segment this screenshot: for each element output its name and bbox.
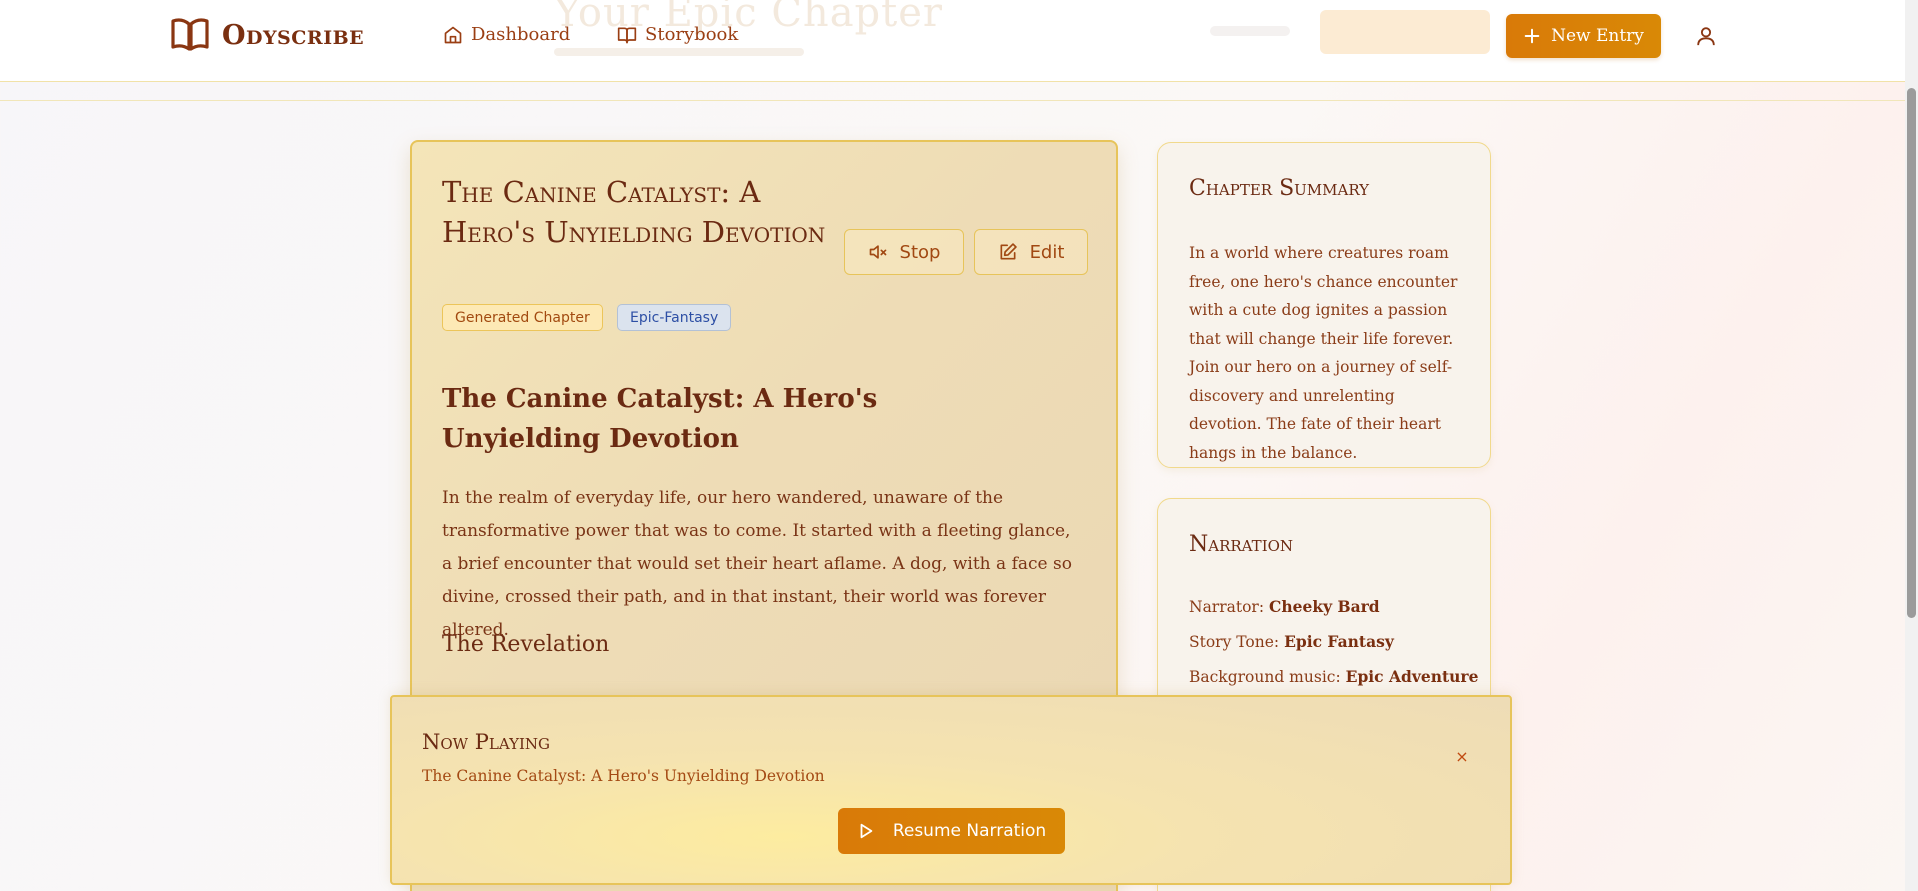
stop-narration-button[interactable]: Stop (844, 229, 964, 275)
scrollbar-thumb[interactable] (1907, 88, 1916, 618)
tag-generated-chapter: Generated Chapter (442, 304, 603, 331)
plus-icon (1524, 28, 1540, 44)
summary-text: In a world where creatures roam free, on… (1189, 244, 1458, 462)
music-row: Background music: Epic Adventure (1189, 667, 1478, 686)
background-toolbar-placeholder (1210, 26, 1290, 36)
now-playing-track: The Canine Catalyst: A Hero's Unyielding… (422, 767, 825, 785)
header-divider (0, 100, 1905, 101)
edit-label: Edit (1029, 241, 1065, 263)
play-icon (860, 823, 873, 839)
narration-title: Narration (1189, 532, 1294, 557)
resume-label: Resume Narration (892, 821, 1047, 841)
summary-title: Chapter Summary (1189, 176, 1370, 201)
open-book-icon (171, 18, 209, 51)
app-name: Odyscribe (222, 19, 365, 51)
music-value: Epic Adventure (1345, 667, 1479, 686)
close-icon[interactable]: × (1452, 747, 1472, 767)
now-playing-bar: Now Playing The Canine Catalyst: A Hero'… (390, 695, 1512, 885)
nav-storybook-label: Storybook (645, 24, 739, 45)
tag-genre: Epic-Fantasy (617, 304, 732, 331)
chapter-heading: The Canine Catalyst: A Hero's Unyielding… (442, 384, 878, 454)
edit-icon (1000, 243, 1017, 260)
speaker-mute-icon (869, 245, 886, 259)
stop-label: Stop (899, 241, 941, 263)
resume-narration-button[interactable]: Resume Narration (838, 808, 1065, 854)
top-header: Your Epic Chapter Odyscribe Dashboard St… (0, 0, 1905, 82)
narrator-row: Narrator: Cheeky Bard (1189, 597, 1380, 616)
now-playing-title: Now Playing (422, 730, 551, 754)
background-page-title: Your Epic Chapter (554, 0, 944, 36)
background-subtitle-placeholder (554, 48, 804, 56)
background-button-placeholder (1320, 10, 1490, 54)
tone-value: Epic Fantasy (1284, 632, 1394, 651)
new-entry-label: New Entry (1551, 26, 1644, 46)
edit-chapter-button[interactable]: Edit (974, 229, 1088, 275)
chapter-summary-card: Chapter Summary In a world where creatur… (1157, 142, 1491, 468)
book-icon (617, 27, 637, 43)
user-icon[interactable] (1695, 25, 1717, 47)
tone-row: Story Tone: Epic Fantasy (1189, 632, 1394, 651)
narrator-value: Cheeky Bard (1269, 597, 1380, 616)
nav-dashboard[interactable]: Dashboard (443, 24, 570, 45)
home-icon (444, 26, 462, 43)
chapter-subheading: The Revelation (442, 632, 610, 657)
nav-storybook[interactable]: Storybook (617, 24, 738, 45)
narrator-label: Narrator: (1189, 598, 1265, 616)
chapter-title: The Canine Catalyst: A Hero's Unyielding… (442, 175, 826, 249)
nav-dashboard-label: Dashboard (471, 24, 571, 45)
tone-label: Story Tone: (1189, 633, 1280, 651)
music-label: Background music: (1189, 668, 1341, 686)
new-entry-button[interactable]: New Entry (1506, 14, 1661, 58)
app-logo[interactable]: Odyscribe (170, 16, 364, 54)
chapter-paragraph: In the realm of everyday life, our hero … (442, 488, 1072, 640)
